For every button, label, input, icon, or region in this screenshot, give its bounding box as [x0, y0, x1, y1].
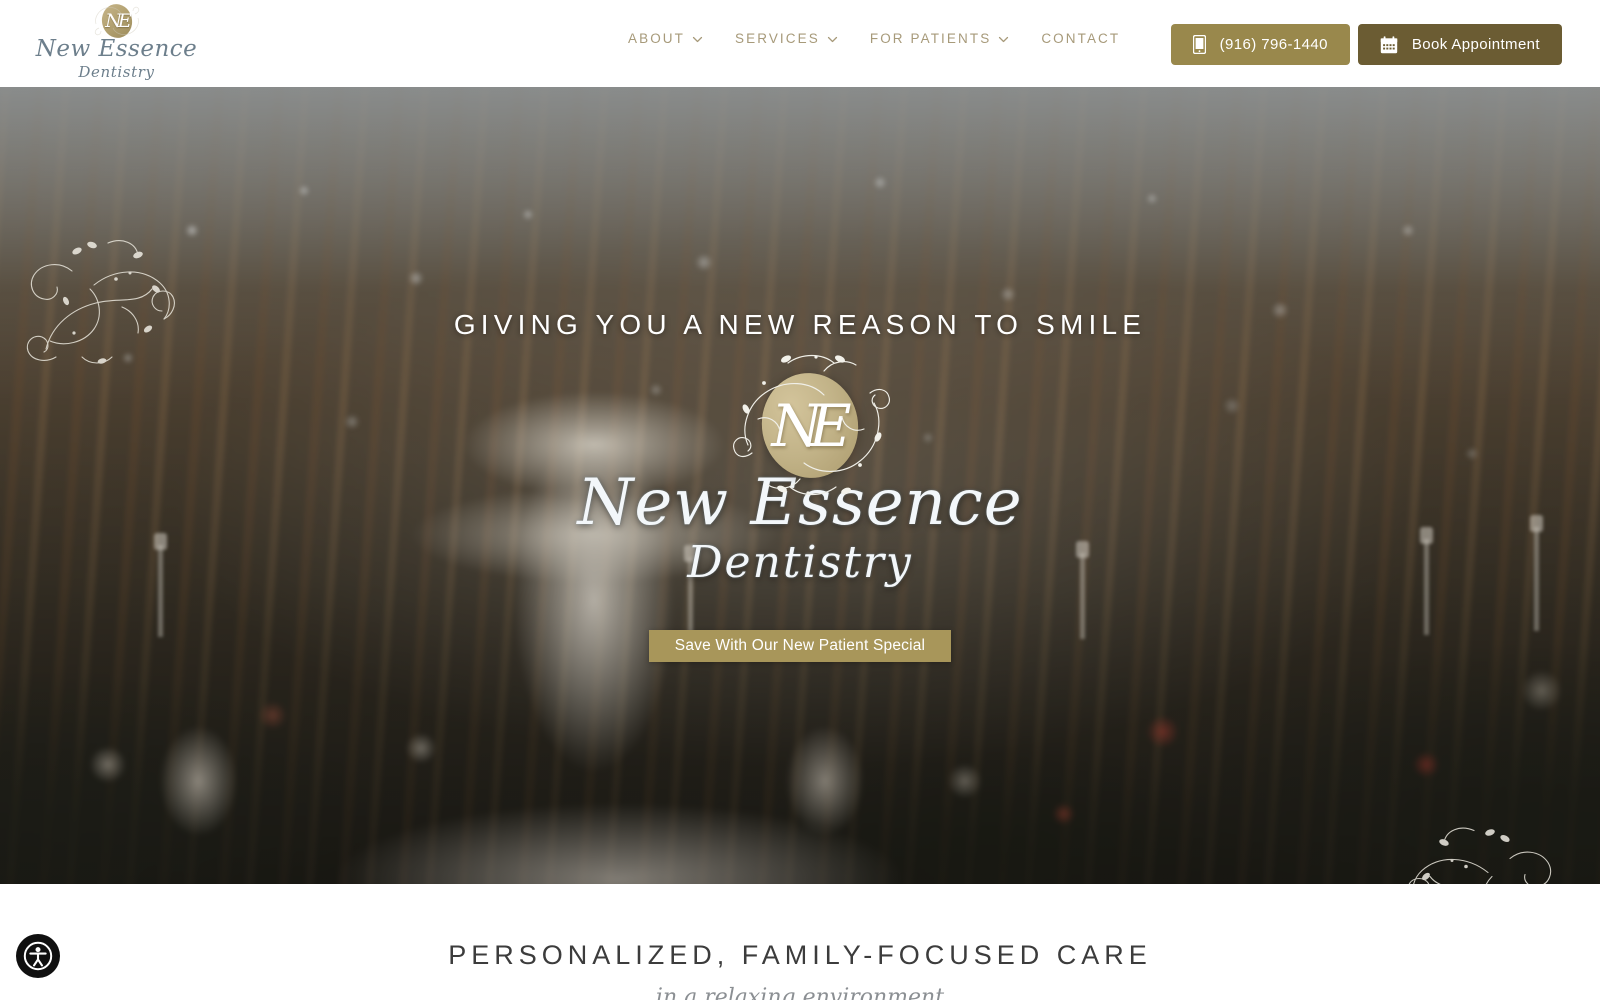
logo-monogram-text: NE	[105, 9, 132, 32]
nav-item-for-patients-label: FOR PATIENTS	[869, 31, 992, 46]
chevron-down-icon	[692, 34, 703, 45]
chevron-down-icon	[998, 34, 1009, 45]
main-navigation: ABOUT SERVICES FOR PATIENTS CONTACT	[628, 31, 1136, 46]
phone-button-label: (916) 796-1440	[1219, 36, 1328, 53]
intro-section: PERSONALIZED, FAMILY-FOCUSED CARE in a r…	[0, 884, 1600, 1000]
hero-logo-monogram-mark: NE	[710, 354, 890, 496]
accessibility-person-icon	[23, 941, 53, 971]
nav-item-contact-label: CONTACT	[1041, 31, 1121, 46]
logo-monogram-mark: NE	[94, 1, 140, 42]
hero-tagline: GIVING YOU A NEW REASON TO SMILE	[453, 309, 1147, 340]
nav-item-services[interactable]: SERVICES	[719, 31, 854, 46]
nav-item-about-label: ABOUT	[628, 31, 686, 46]
book-appointment-button[interactable]: Book Appointment	[1357, 24, 1562, 65]
phone-button[interactable]: (916) 796-1440	[1170, 24, 1350, 65]
nav-item-for-patients[interactable]: FOR PATIENTS	[854, 31, 1025, 46]
intro-subtitle: in a relaxing environment	[655, 985, 945, 1000]
hero-logo-subwordmark: Dentistry	[687, 537, 913, 588]
hero-logo: NE New Essence Dentistry	[577, 354, 1022, 600]
book-appointment-button-label: Book Appointment	[1411, 36, 1540, 53]
hero-section: GIVING YOU A NEW REASON TO SMILE NE New …	[0, 87, 1600, 884]
calendar-icon	[1380, 35, 1398, 54]
header-actions: (916) 796-1440 Book Appointment	[1170, 24, 1562, 65]
nav-item-about[interactable]: ABOUT	[628, 31, 719, 46]
nav-item-services-label: SERVICES	[735, 31, 820, 46]
mobile-phone-icon	[1192, 35, 1206, 54]
chevron-down-icon	[827, 34, 838, 45]
hero-content: GIVING YOU A NEW REASON TO SMILE NE New …	[0, 309, 1600, 662]
nav-item-contact[interactable]: CONTACT	[1025, 31, 1136, 46]
site-header: NE New Essence Dentistry ABOUT SERVICES	[0, 0, 1600, 87]
site-logo[interactable]: NE New Essence Dentistry	[36, 1, 197, 86]
logo-subwordmark: Dentistry	[78, 63, 155, 81]
hero-logo-filigree-icon	[733, 354, 890, 496]
intro-title: PERSONALIZED, FAMILY-FOCUSED CARE	[448, 940, 1152, 970]
new-patient-special-button[interactable]: Save With Our New Patient Special	[648, 630, 952, 662]
accessibility-widget-button[interactable]	[16, 934, 60, 978]
